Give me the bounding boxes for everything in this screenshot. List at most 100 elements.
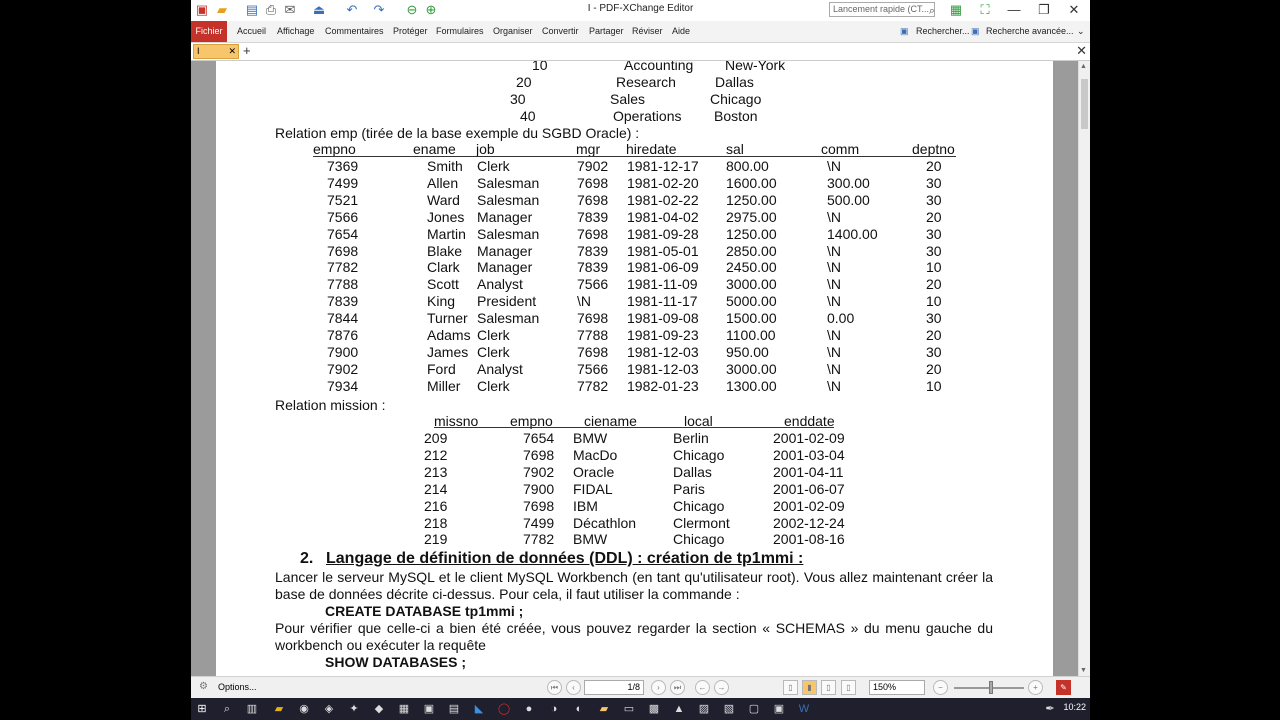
- app-icon-4[interactable]: ▦: [396, 701, 412, 717]
- zoom-in-icon[interactable]: +: [1028, 680, 1043, 695]
- document-viewport[interactable]: 10 Accounting New-York 20 Research Dallas 30 Sa…: [191, 61, 1078, 676]
- tab-formulaires[interactable]: Formulaires: [436, 21, 484, 42]
- tab-affichage[interactable]: Affichage: [277, 21, 314, 42]
- emp-header-job: job: [476, 141, 495, 157]
- close-panel-icon[interactable]: ✕: [1076, 43, 1087, 59]
- emp-cell: 1982-01-23: [627, 377, 699, 394]
- search-button[interactable]: Rechercher...: [916, 21, 970, 42]
- quick-search-input[interactable]: Lancement rapide (CT...: [829, 2, 935, 17]
- tab-proteger[interactable]: Protéger: [393, 21, 428, 42]
- app-icon-14[interactable]: ▧: [721, 701, 737, 717]
- edge-icon[interactable]: ◑: [546, 701, 562, 717]
- first-page-icon[interactable]: ⏮: [547, 680, 562, 695]
- pdf-xchange-task-icon[interactable]: ▰: [596, 701, 612, 717]
- app-icon-12[interactable]: ▲: [671, 701, 687, 717]
- emp-cell: 7566: [327, 208, 359, 225]
- emp-cell: 7844: [327, 310, 359, 327]
- emp-cell: \N: [827, 360, 841, 377]
- word-icon[interactable]: W: [796, 701, 812, 717]
- app-icon-3[interactable]: ◆: [371, 701, 387, 717]
- app-icon-6[interactable]: ▤: [446, 701, 462, 717]
- scroll-up-icon[interactable]: ▲: [1080, 63, 1087, 70]
- app-icon-11[interactable]: ▩: [646, 701, 662, 717]
- search-icon[interactable]: ⌕: [219, 701, 235, 717]
- chrome-icon[interactable]: ◉: [296, 701, 312, 717]
- emp-cell: 10: [926, 377, 942, 394]
- emp-cell: 20: [926, 158, 942, 174]
- close-button[interactable]: ✕: [1060, 1, 1088, 19]
- emp-cell: \N: [827, 242, 841, 259]
- next-page-icon[interactable]: ›: [651, 680, 666, 695]
- document-tab[interactable]: I ✕: [193, 44, 239, 59]
- file-explorer-icon[interactable]: ▰: [271, 701, 287, 717]
- emp-cell: 1981-11-09: [627, 276, 698, 293]
- paragraph-2: Pour vérifier que celle-ci a bien été cr…: [275, 620, 993, 653]
- facing-pages-icon[interactable]: ▯: [821, 680, 836, 695]
- single-page-icon[interactable]: ▯: [783, 680, 798, 695]
- facing-continuous-icon[interactable]: ▯: [841, 680, 856, 695]
- emp-cell: 20: [926, 327, 942, 343]
- tab-reviser[interactable]: Réviser: [632, 21, 663, 42]
- app-icon-2[interactable]: ✦: [346, 701, 362, 717]
- mission-cell: 2001-02-09: [773, 497, 845, 514]
- prev-page-icon[interactable]: ‹: [566, 680, 581, 695]
- last-page-icon[interactable]: ⏭: [670, 680, 685, 695]
- scrollbar-thumb[interactable]: [1081, 79, 1088, 129]
- fullscreen-icon[interactable]: ⛶: [977, 2, 993, 18]
- vertical-scrollbar[interactable]: ▲ ▼: [1078, 61, 1090, 676]
- tab-aide[interactable]: Aide: [672, 21, 690, 42]
- start-icon[interactable]: ⊞: [194, 701, 210, 717]
- zoom-select[interactable]: 150%: [869, 680, 925, 695]
- emp-cell: 1500.00: [726, 310, 777, 327]
- zoom-out-icon[interactable]: −: [933, 680, 948, 695]
- app-badge-icon[interactable]: ✎: [1056, 680, 1071, 695]
- tab-organiser[interactable]: Organiser: [493, 21, 533, 42]
- emp-cell: Clerk: [477, 377, 510, 394]
- emp-cell: Martin: [427, 225, 466, 242]
- extensions-icon[interactable]: ▦: [948, 2, 964, 18]
- app-icon-10[interactable]: ▭: [621, 701, 637, 717]
- tab-partager[interactable]: Partager: [589, 21, 624, 42]
- app-icon-8[interactable]: ●: [521, 701, 537, 717]
- task-view-icon[interactable]: ▥: [244, 701, 260, 717]
- new-tab-icon[interactable]: +: [243, 43, 251, 59]
- emp-cell: 30: [926, 191, 942, 208]
- app-icon-13[interactable]: ▨: [696, 701, 712, 717]
- prev-view-icon[interactable]: ←: [695, 680, 710, 695]
- advanced-search-button[interactable]: Recherche avancée...: [986, 21, 1074, 42]
- app-icon-15[interactable]: ▢: [746, 701, 762, 717]
- emp-cell: Clerk: [477, 327, 510, 343]
- mission-cell: 2001-04-11: [773, 463, 844, 480]
- emp-cell: 1981-12-17: [627, 158, 699, 174]
- app-icon-7[interactable]: ◯: [496, 701, 512, 717]
- tab-close-icon[interactable]: ✕: [228, 45, 236, 58]
- emp-cell: 950.00: [726, 343, 769, 360]
- scroll-down-icon[interactable]: ▼: [1080, 667, 1087, 674]
- emp-cell: Analyst: [477, 276, 523, 293]
- app-icon-1[interactable]: ◈: [321, 701, 337, 717]
- emp-cell: 10: [926, 293, 942, 310]
- tab-commentaires[interactable]: Commentaires: [325, 21, 384, 42]
- mission-cell: 2001-03-04: [773, 446, 845, 463]
- search-icon[interactable]: ⌕: [924, 3, 940, 19]
- page-number-input[interactable]: 1/8: [584, 680, 644, 695]
- emp-header-mgr: mgr: [576, 141, 601, 157]
- zoom-slider-thumb[interactable]: [989, 681, 993, 694]
- tab-accueil[interactable]: Accueil: [237, 21, 266, 42]
- minimize-button[interactable]: —: [1000, 1, 1028, 19]
- emp-cell: 1981-05-01: [627, 242, 699, 259]
- options-gear-icon[interactable]: ⚙: [199, 681, 208, 692]
- options-button[interactable]: Options...: [218, 682, 257, 692]
- app-icon-16[interactable]: ▣: [771, 701, 787, 717]
- emp-cell: James: [427, 343, 469, 360]
- restore-button[interactable]: ❐: [1030, 1, 1058, 19]
- ribbon-collapse-icon[interactable]: ⌄: [1077, 21, 1085, 42]
- tab-convertir[interactable]: Convertir: [542, 21, 579, 42]
- pen-icon[interactable]: ✒: [1042, 701, 1058, 717]
- app-icon-9[interactable]: ◐: [571, 701, 587, 717]
- next-view-icon[interactable]: →: [714, 680, 729, 695]
- continuous-page-icon[interactable]: ▮: [802, 680, 817, 695]
- app-icon-5[interactable]: ▣: [421, 701, 437, 717]
- vscode-icon[interactable]: ◣: [471, 701, 487, 717]
- tab-fichier[interactable]: Fichier: [191, 21, 227, 42]
